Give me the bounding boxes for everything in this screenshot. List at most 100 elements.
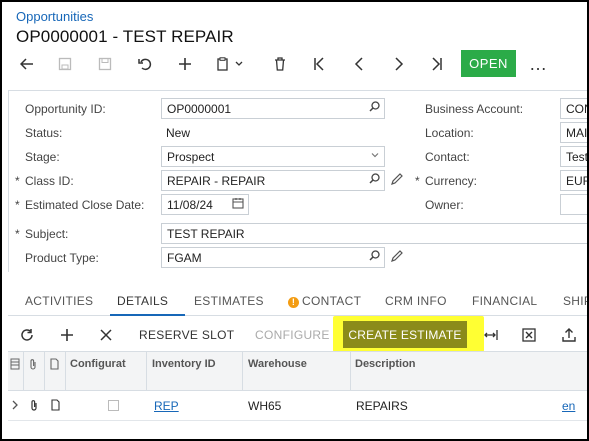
more-menu-icon[interactable]: … xyxy=(525,50,551,78)
delete-row-icon[interactable] xyxy=(100,320,112,350)
stage-select[interactable]: Prospect xyxy=(161,146,385,167)
details-grid-toolbar: RESERVE SLOT CONFIGURE xyxy=(8,320,587,350)
breadcrumb[interactable]: Opportunities xyxy=(16,9,93,24)
product-type-field[interactable]: FGAM xyxy=(161,247,385,268)
undo-icon[interactable] xyxy=(132,50,158,78)
column-header-description[interactable]: Description xyxy=(355,358,416,370)
owner-field[interactable] xyxy=(560,194,587,215)
column-divider xyxy=(23,352,24,392)
location-value: MAIN xyxy=(566,126,588,140)
calendar-icon[interactable] xyxy=(232,197,244,212)
search-icon[interactable] xyxy=(369,173,380,187)
business-account-label: Business Account: xyxy=(425,102,524,116)
create-estimate-button[interactable]: CREATE ESTIMATE xyxy=(343,321,467,348)
estimated-close-date-label: Estimated Close Date: xyxy=(25,198,145,212)
table-row[interactable]: REP WH65 REPAIRS en xyxy=(8,391,587,421)
upload-icon[interactable] xyxy=(562,320,576,350)
search-icon[interactable] xyxy=(369,250,380,264)
subject-label: Subject: xyxy=(25,227,69,241)
estimated-close-date-value: 11/08/24 xyxy=(167,198,213,212)
note-icon[interactable] xyxy=(51,399,60,414)
column-divider xyxy=(350,352,351,392)
column-header-inventory-id[interactable]: Inventory ID xyxy=(152,358,216,370)
tab-bar: ACTIVITIES DETAILS ESTIMATES ! CONTACT CR… xyxy=(8,286,587,316)
tab-contact-label: CONTACT xyxy=(302,294,362,308)
status-label: Status: xyxy=(25,126,63,140)
opportunity-id-field[interactable]: OP0000001 xyxy=(161,98,385,119)
row-selector-icon[interactable] xyxy=(10,358,20,373)
next-record-icon[interactable] xyxy=(386,50,412,78)
description-cell[interactable]: REPAIRS xyxy=(356,399,408,413)
add-row-icon[interactable] xyxy=(60,320,74,350)
refresh-icon[interactable] xyxy=(20,320,34,350)
class-id-field[interactable]: REPAIR - REPAIR xyxy=(161,170,385,191)
opportunity-id-value: OP0000001 xyxy=(167,102,232,116)
location-field[interactable]: MAIN xyxy=(560,122,588,143)
tab-crm-info[interactable]: CRM INFO xyxy=(385,294,447,308)
tab-estimates[interactable]: ESTIMATES xyxy=(194,294,264,308)
active-tab-indicator xyxy=(110,314,185,316)
product-type-label: Product Type: xyxy=(25,251,99,265)
tab-activities[interactable]: ACTIVITIES xyxy=(25,294,93,308)
tab-ship[interactable]: SHIP xyxy=(563,294,587,308)
currency-value: EUR xyxy=(566,174,589,188)
add-icon[interactable] xyxy=(172,50,198,78)
configure-button[interactable]: CONFIGURE xyxy=(255,320,330,350)
required-mark: * xyxy=(15,174,20,188)
extra-cell-link[interactable]: en xyxy=(562,399,575,413)
estimated-close-date-field[interactable]: 11/08/24 xyxy=(161,194,249,215)
class-id-label: Class ID: xyxy=(25,174,74,188)
subject-field[interactable]: TEST REPAIR xyxy=(161,223,587,244)
product-type-value: FGAM xyxy=(167,251,202,265)
inventory-id-link[interactable]: REP xyxy=(154,399,179,413)
warning-icon: ! xyxy=(288,297,299,308)
column-divider xyxy=(65,352,66,392)
required-mark: * xyxy=(15,227,20,241)
currency-label: Currency: xyxy=(425,174,478,188)
previous-record-icon[interactable] xyxy=(346,50,372,78)
column-divider xyxy=(242,352,243,392)
window-frame: Opportunities OP0000001 - TEST REPAIR OP… xyxy=(0,0,589,441)
grid-header: Configurat Inventory ID Warehouse Descri… xyxy=(8,351,587,392)
attachment-icon[interactable] xyxy=(30,399,38,414)
fit-columns-icon[interactable] xyxy=(482,320,498,350)
first-record-icon[interactable] xyxy=(306,50,332,78)
export-excel-icon[interactable] xyxy=(522,320,536,350)
back-icon[interactable] xyxy=(14,50,40,78)
page-title: OP0000001 - TEST REPAIR xyxy=(16,27,234,46)
column-header-warehouse[interactable]: Warehouse xyxy=(248,358,307,370)
save-close-icon[interactable] xyxy=(52,50,78,78)
chevron-down-icon xyxy=(370,149,380,163)
stage-label: Stage: xyxy=(25,150,60,164)
required-mark: * xyxy=(15,198,20,212)
summary-form: Opportunity ID: Status: Stage: * Class I… xyxy=(8,90,589,272)
column-divider xyxy=(146,352,147,392)
copy-paste-icon[interactable] xyxy=(210,50,250,78)
last-record-icon[interactable] xyxy=(424,50,450,78)
tab-contact[interactable]: ! CONTACT xyxy=(288,294,361,308)
warehouse-cell[interactable]: WH65 xyxy=(248,399,281,413)
currency-field[interactable]: EUR xyxy=(560,170,589,191)
column-header-configurable[interactable]: Configurat xyxy=(70,358,126,370)
tab-details[interactable]: DETAILS xyxy=(117,294,168,308)
column-divider xyxy=(44,352,45,392)
main-toolbar: OPEN … xyxy=(2,50,587,78)
row-expand-chevron-icon[interactable] xyxy=(12,399,18,413)
save-icon[interactable] xyxy=(92,50,118,78)
contact-field[interactable]: Test xyxy=(560,146,589,167)
business-account-value: CON xyxy=(566,102,587,116)
contact-label: Contact: xyxy=(425,150,470,164)
contact-value: Test xyxy=(566,150,589,164)
open-status-button[interactable]: OPEN xyxy=(461,50,516,77)
search-icon[interactable] xyxy=(369,101,380,115)
business-account-field[interactable]: CON xyxy=(560,98,587,119)
reserve-slot-button[interactable]: RESERVE SLOT xyxy=(139,320,234,350)
edit-class-pencil-icon[interactable] xyxy=(391,173,403,188)
edit-product-type-pencil-icon[interactable] xyxy=(391,250,403,265)
tab-financial[interactable]: FINANCIAL xyxy=(472,294,537,308)
opportunity-id-label: Opportunity ID: xyxy=(25,102,106,116)
configurable-checkbox[interactable] xyxy=(108,400,119,411)
delete-icon[interactable] xyxy=(267,50,293,78)
note-column-icon xyxy=(50,358,59,373)
status-value: New xyxy=(166,126,191,140)
